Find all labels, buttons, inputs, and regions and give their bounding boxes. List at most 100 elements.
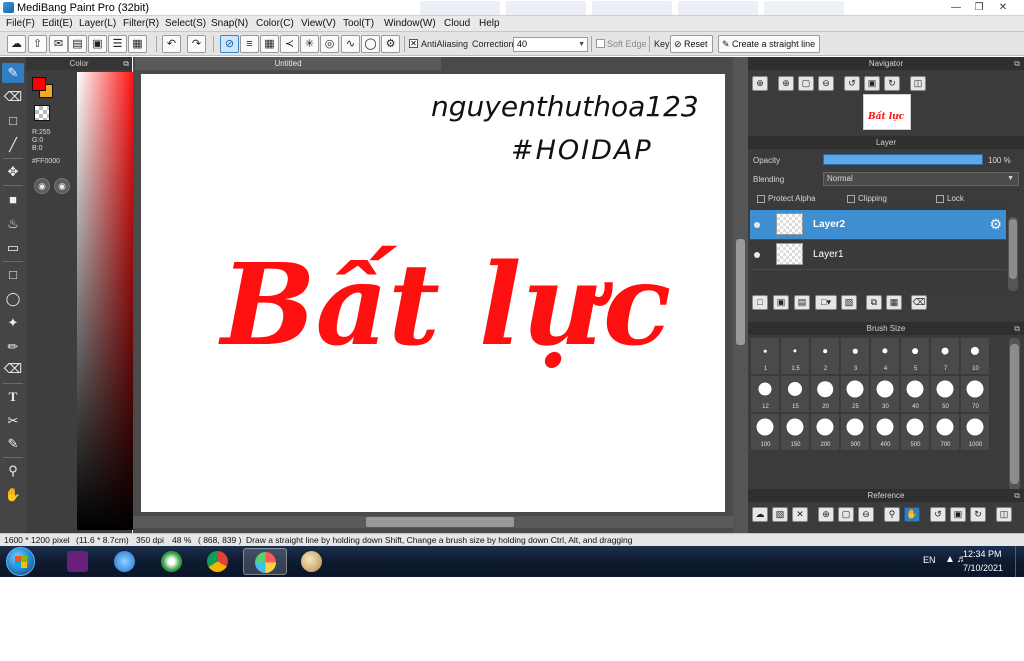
- brush-size-cell[interactable]: 4: [871, 338, 900, 375]
- vertical-scroll-thumb[interactable]: [736, 239, 745, 345]
- vertical-scrollbar[interactable]: [733, 57, 748, 533]
- maximize-icon[interactable]: ❐: [968, 1, 990, 14]
- speech-icon[interactable]: ▤: [68, 35, 87, 53]
- soft-edge-checkbox[interactable]: [596, 39, 605, 48]
- color-history-icon[interactable]: ◉: [54, 178, 70, 194]
- clipping-checkbox[interactable]: [847, 195, 855, 203]
- concentric-snap-icon[interactable]: ◎: [320, 35, 339, 53]
- taskbar-app[interactable]: [196, 548, 240, 575]
- fit-icon[interactable]: ▢: [838, 507, 854, 522]
- reset-button[interactable]: ⊘ Reset: [670, 35, 713, 53]
- taskbar-app[interactable]: [150, 548, 194, 575]
- brush-size-cell[interactable]: 1: [751, 338, 780, 375]
- reset-rotation-icon[interactable]: ▣: [864, 76, 880, 91]
- menu-select[interactable]: Select(S): [165, 18, 206, 29]
- horizontal-scrollbar[interactable]: [133, 516, 733, 528]
- menu-tool[interactable]: Tool(T): [343, 18, 374, 29]
- lasso-tool-icon[interactable]: ◯: [2, 289, 24, 309]
- hand-tool-icon[interactable]: ✋: [2, 485, 24, 505]
- undo-icon[interactable]: ↶: [162, 35, 181, 53]
- network-icon[interactable]: ▲: [945, 554, 957, 565]
- brush-size-cell[interactable]: 400: [871, 414, 900, 451]
- menu-edit[interactable]: Edit(E): [42, 18, 73, 29]
- brush-size-cell[interactable]: 25: [841, 376, 870, 413]
- brush-size-cell[interactable]: 1000: [961, 414, 990, 451]
- circle-snap-icon[interactable]: ◯: [361, 35, 380, 53]
- select-eraser-tool-icon[interactable]: ⌫: [2, 359, 24, 379]
- taskbar-app[interactable]: [56, 548, 100, 575]
- clock-date[interactable]: 7/10/2021: [963, 563, 1003, 573]
- open-folder-icon[interactable]: ▧: [772, 507, 788, 522]
- reset-rotation-icon[interactable]: ▣: [950, 507, 966, 522]
- select-pen-tool-icon[interactable]: ✏: [2, 337, 24, 357]
- cross-snap-icon[interactable]: ▦: [260, 35, 279, 53]
- brush-size-cell[interactable]: 10: [961, 338, 990, 375]
- brush-tool-icon[interactable]: ✎: [2, 63, 24, 83]
- menu-snap[interactable]: Snap(N): [211, 18, 248, 29]
- layer-scrollbar[interactable]: [1008, 217, 1018, 291]
- folder-icon[interactable]: ▧: [841, 295, 857, 310]
- flip-icon[interactable]: ◫: [996, 507, 1012, 522]
- brush-size-cell[interactable]: 12: [751, 376, 780, 413]
- brush-size-cell[interactable]: 20: [811, 376, 840, 413]
- zoom-out-icon[interactable]: ⊖: [858, 507, 874, 522]
- move-tool-icon[interactable]: ✥: [2, 162, 24, 182]
- straight-line-button[interactable]: ✎ Create a straight line: [718, 35, 821, 53]
- taskbar-app[interactable]: [103, 548, 147, 575]
- brush-size-scrollbar[interactable]: [1009, 338, 1020, 490]
- menu-layer[interactable]: Layer(L): [79, 18, 116, 29]
- text-tool-icon[interactable]: T: [2, 387, 24, 407]
- radial-snap-icon[interactable]: ✳: [300, 35, 319, 53]
- zoom-in-icon[interactable]: ⊕: [752, 76, 768, 91]
- snap-settings-icon[interactable]: ⚙: [381, 35, 400, 53]
- language-indicator[interactable]: EN: [923, 555, 936, 565]
- rotate-left-icon[interactable]: ↺: [844, 76, 860, 91]
- brush-size-cell[interactable]: 15: [781, 376, 810, 413]
- menu-help[interactable]: Help: [479, 18, 500, 29]
- menu-color[interactable]: Color(C): [256, 18, 294, 29]
- taskbar-app-active[interactable]: [243, 548, 287, 575]
- float-window-icon[interactable]: ⧉: [123, 57, 129, 70]
- horizontal-scroll-thumb[interactable]: [366, 517, 514, 527]
- flip-icon[interactable]: ◫: [910, 76, 926, 91]
- clock-time[interactable]: 12:34 PM: [963, 549, 1002, 559]
- curve-snap-icon[interactable]: ∿: [341, 35, 360, 53]
- menu-filter[interactable]: Filter(R): [123, 18, 159, 29]
- merge-layer-icon[interactable]: ▦: [886, 295, 902, 310]
- gear-icon[interactable]: ⚙: [989, 216, 1002, 233]
- zoom-out-icon[interactable]: ⊖: [818, 76, 834, 91]
- brush-size-cell[interactable]: 50: [931, 376, 960, 413]
- zoom-in-icon[interactable]: ⊕: [778, 76, 794, 91]
- brush-size-cell[interactable]: 2: [811, 338, 840, 375]
- navigator-thumbnail[interactable]: Bất lực: [863, 94, 911, 130]
- float-window-icon[interactable]: ⧉: [1014, 489, 1020, 502]
- rotate-right-icon[interactable]: ↻: [970, 507, 986, 522]
- add-layer-menu-icon[interactable]: □▾: [815, 295, 837, 310]
- canvas-tab[interactable]: Untitled: [135, 57, 441, 70]
- primary-color-swatch[interactable]: [32, 77, 46, 91]
- brush-size-cell[interactable]: 5: [901, 338, 930, 375]
- fill-rect-tool-icon[interactable]: ■: [2, 190, 24, 210]
- vanishing-point-snap-icon[interactable]: ≺: [280, 35, 299, 53]
- brush-size-cell[interactable]: 7: [931, 338, 960, 375]
- page-icon[interactable]: ▣: [88, 35, 107, 53]
- brush-size-cell[interactable]: 100: [751, 414, 780, 451]
- eyedropper-icon[interactable]: ⚲: [884, 507, 900, 522]
- visibility-icon[interactable]: [754, 222, 760, 228]
- brush-size-cell[interactable]: 70: [961, 376, 990, 413]
- grid-icon[interactable]: ▦: [128, 35, 147, 53]
- zoom-in-icon[interactable]: ⊕: [818, 507, 834, 522]
- antialiasing-checkbox[interactable]: ✕: [409, 39, 418, 48]
- drawing-canvas[interactable]: nguyenthuthoa123 #HOIDAP Bất lực: [141, 74, 725, 512]
- show-desktop-button[interactable]: [1015, 546, 1024, 577]
- minimize-icon[interactable]: —: [945, 1, 967, 14]
- divide-tool-icon[interactable]: ✂: [2, 411, 24, 431]
- brush-size-cell[interactable]: 200: [811, 414, 840, 451]
- cloud-reference-icon[interactable]: ☁: [752, 507, 768, 522]
- opacity-slider[interactable]: [823, 154, 983, 165]
- start-button[interactable]: [6, 547, 35, 576]
- correction-select[interactable]: 40 ▼: [513, 37, 588, 52]
- palette-icon[interactable]: ◉: [34, 178, 50, 194]
- brush-size-cell[interactable]: 150: [781, 414, 810, 451]
- brush-size-cell[interactable]: 500: [901, 414, 930, 451]
